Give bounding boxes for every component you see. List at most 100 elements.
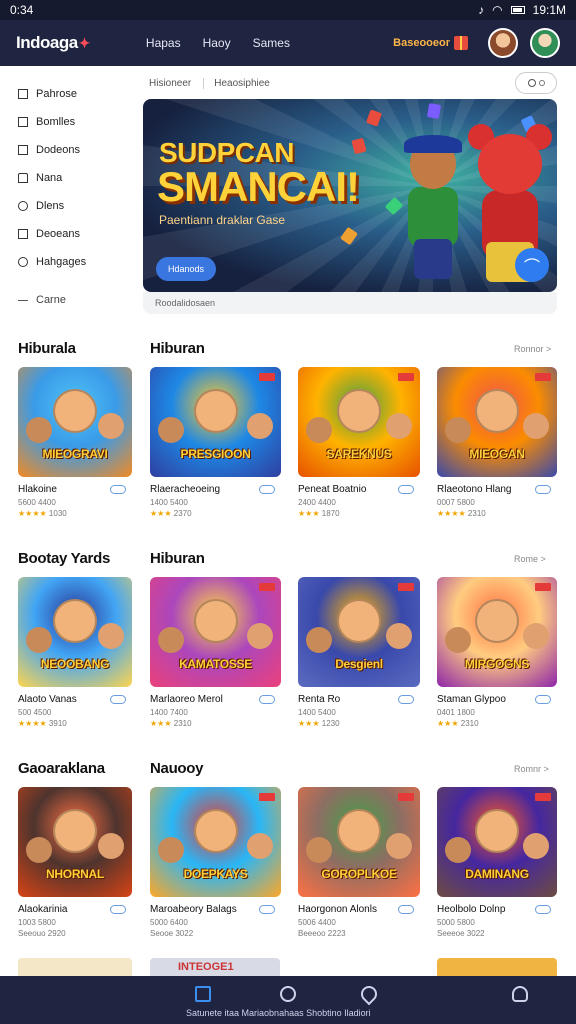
home-icon[interactable] (195, 986, 211, 1002)
profile-avatar[interactable] (530, 28, 560, 58)
card-rating: ★★★★ 1030 (18, 509, 148, 518)
game-card[interactable]: MIRGOGNS (437, 577, 557, 687)
see-more-link[interactable]: Ronnor > (514, 344, 551, 354)
search-button[interactable] (515, 72, 557, 94)
character-art (386, 833, 412, 859)
card-meta: Hlakoine 5600 4400 ★★★★ 1030 (18, 484, 148, 518)
breadcrumb[interactable]: Hisioneer (149, 78, 191, 89)
character-art (306, 837, 332, 863)
sidebar-item-extra[interactable]: Carne (0, 286, 138, 314)
card-meta: Alaokarinia 1003 5800 Seeouo 2920 (18, 904, 148, 938)
sidebar-item-3[interactable]: Dodeons (0, 136, 138, 164)
card-art-title: NHORNAL (46, 867, 104, 881)
peek-card[interactable] (18, 958, 132, 976)
controller-icon[interactable] (398, 905, 414, 914)
character-art (98, 413, 124, 439)
controller-icon[interactable] (110, 905, 126, 914)
card-rating: ★★★★ 2310 (437, 509, 567, 518)
game-card[interactable]: DAMINANG (437, 787, 557, 897)
sidebar-item-6[interactable]: Deoeans (0, 220, 138, 248)
card-rating: ★★★ 2370 (150, 509, 280, 518)
nav-link-3[interactable]: Sames (253, 36, 290, 50)
star-rating-icon: ★★★ (150, 719, 172, 728)
game-card[interactable]: DOEPKAYS (150, 787, 281, 897)
confetti-shape (426, 103, 442, 119)
chat-bubble-icon[interactable]: ⌒ (515, 248, 549, 282)
card-subtext: 5000 6400 (150, 918, 188, 927)
card-title[interactable]: Alaokarinia (18, 904, 148, 918)
sidebar-item-5[interactable]: Dlens (0, 192, 138, 220)
character-art (26, 837, 52, 863)
user-icon[interactable] (512, 986, 528, 1002)
card-meta: Rlaeracheoeing 1400 5400 ★★★ 2370 (150, 484, 280, 518)
nav-link-1[interactable]: Hapas (146, 36, 181, 50)
peek-card[interactable]: INTEOGE1 (150, 958, 280, 976)
search-icon[interactable] (280, 986, 296, 1002)
card-rating: ★★★★ 3910 (18, 719, 148, 728)
game-card[interactable]: NHORNAL (18, 787, 132, 897)
card-rating: Seeeoe 3022 (437, 929, 567, 938)
controller-icon[interactable] (535, 905, 551, 914)
star-icon: ✦ (78, 35, 91, 51)
character-art (247, 413, 273, 439)
see-more-link[interactable]: Rome > (514, 554, 546, 564)
card-count: Seooe 3022 (150, 929, 194, 938)
game-card[interactable]: SAREKNUS (298, 367, 420, 477)
game-card[interactable]: MIEOGAN (437, 367, 557, 477)
controller-icon[interactable] (259, 905, 275, 914)
card-meta: Heolbolo Dolnp 5000 5800 Seeeoe 3022 (437, 904, 567, 938)
nav-link-2[interactable]: Haoy (203, 36, 231, 50)
star-rating-icon: ★★★ (437, 719, 459, 728)
bottom-nav: Satunete itaa Mariaobnahaas Shobtino Ila… (0, 976, 576, 1024)
controller-icon[interactable] (110, 695, 126, 704)
sidebar-item-7[interactable]: Hahgages (0, 248, 138, 276)
search-input[interactable]: Heaosiphiee (203, 77, 270, 89)
controller-icon[interactable] (110, 485, 126, 494)
card-art-title: GOROPLKOE (321, 867, 397, 881)
card-rating: Seeouo 2920 (18, 929, 148, 938)
search-row: Hisioneer Heaosiphiee (143, 70, 557, 96)
profile-pin-icon[interactable] (357, 982, 381, 1006)
game-card[interactable]: KAMATOSSE (150, 577, 281, 687)
peek-card[interactable] (437, 958, 557, 976)
sidebar-item-4[interactable]: Nana (0, 164, 138, 192)
sidebar-item-2[interactable]: Bomlles (0, 108, 138, 136)
peek-label: INTEOGE1 (178, 961, 234, 973)
controller-icon[interactable] (535, 485, 551, 494)
hero-cta-button[interactable]: Hdanods (156, 257, 216, 281)
game-card[interactable]: Desgienl (298, 577, 420, 687)
filter-icon (538, 80, 545, 86)
app-logo[interactable]: Indoaga✦ (16, 33, 90, 53)
card-art-title: MIEOGAN (469, 447, 525, 461)
avatar[interactable] (488, 28, 518, 58)
chat-icon (18, 201, 28, 211)
character-art (98, 833, 124, 859)
see-more-link[interactable]: Romnr > (514, 764, 549, 774)
card-subtext: 5006 4400 (298, 918, 336, 927)
controller-icon[interactable] (535, 695, 551, 704)
character-art (523, 623, 549, 649)
card-subtext: 1400 7400 (150, 708, 188, 717)
sidebar-item-1[interactable]: Pahrose (0, 80, 138, 108)
controller-icon[interactable] (259, 695, 275, 704)
controller-icon[interactable] (259, 485, 275, 494)
card-count: Beeeoo 2223 (298, 929, 346, 938)
wifi-icon: ◠ (492, 3, 503, 17)
controller-icon[interactable] (398, 695, 414, 704)
hero-character-1 (398, 135, 468, 279)
card-count: 2370 (173, 509, 192, 518)
points-button[interactable]: Baseooeor (393, 36, 468, 50)
hero-banner[interactable]: SUDPCAN SMANCAI! Paentiann draklar Gase … (143, 99, 557, 292)
card-title[interactable]: Hlakoine (18, 484, 148, 498)
gift-icon (454, 36, 468, 50)
game-card[interactable]: NEOOBANG (18, 577, 132, 687)
game-card[interactable]: MIEOGRAVI (18, 367, 132, 477)
controller-icon[interactable] (398, 485, 414, 494)
card-subtext: 1400 5400 (150, 498, 188, 507)
game-card[interactable]: PRESGIOON (150, 367, 281, 477)
card-title[interactable]: Alaoto Vanas (18, 694, 148, 708)
game-card[interactable]: GOROPLKOE (298, 787, 420, 897)
card-subtext: 5000 5800 (437, 918, 475, 927)
character-art (306, 417, 332, 443)
character-art (193, 599, 238, 643)
